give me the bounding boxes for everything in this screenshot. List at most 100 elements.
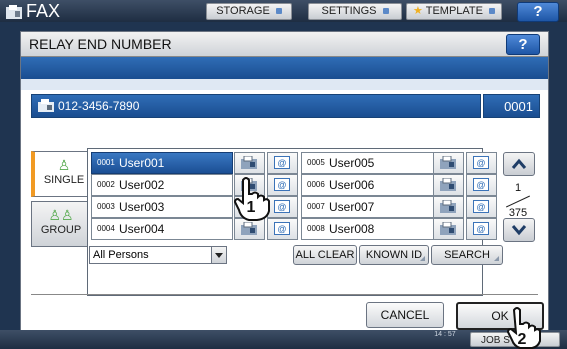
- tab-indicator-icon: [382, 8, 389, 15]
- destination-count-field: 0001: [483, 94, 540, 118]
- email-button-0006[interactable]: @: [466, 174, 497, 196]
- search-button[interactable]: SEARCH: [431, 245, 503, 265]
- known-id-label: KNOWN ID: [365, 249, 423, 261]
- fax-icon: [440, 222, 456, 235]
- address-row-0005[interactable]: 0005 User005: [301, 152, 443, 174]
- entry-name: User005: [329, 156, 375, 170]
- address-filter-select[interactable]: All Persons: [89, 246, 227, 264]
- entry-number: 0001: [97, 158, 115, 167]
- filter-value: All Persons: [93, 249, 149, 261]
- address-row-0004[interactable]: 0004 User004: [91, 218, 233, 240]
- svg-text:@: @: [277, 202, 286, 212]
- fax-button-0005[interactable]: [433, 152, 464, 174]
- search-label: SEARCH: [444, 249, 490, 261]
- step-2-label: 2: [518, 331, 527, 348]
- entry-name: User006: [329, 178, 375, 192]
- current-page: 1: [514, 182, 522, 194]
- destination-count: 0001: [504, 99, 533, 114]
- email-icon: @: [274, 178, 290, 191]
- fax-number-text: 012-3456-7890: [58, 99, 140, 113]
- help-button-top[interactable]: ?: [517, 2, 559, 22]
- tab-indicator-icon: [275, 8, 282, 15]
- step-1-hand-pointer-icon: 1: [233, 177, 270, 221]
- page-divider: [506, 195, 530, 208]
- group-icon: ♙♙: [48, 207, 74, 223]
- more-indicator-icon: [494, 256, 499, 261]
- fax-icon: [440, 200, 456, 213]
- address-row-0007[interactable]: 0007 User007: [301, 196, 443, 218]
- step-1-label: 1: [247, 199, 256, 216]
- divider: [31, 294, 538, 295]
- email-icon: @: [274, 156, 290, 169]
- header-band: [21, 57, 548, 79]
- address-book-panel: ♙ SINGLE ♙♙ GROUP 0001 User001 0002 User…: [31, 148, 539, 308]
- fax-icon: [241, 222, 257, 235]
- entry-number: 0004: [97, 224, 115, 233]
- svg-text:@: @: [476, 224, 485, 234]
- svg-text:@: @: [476, 202, 485, 212]
- svg-text:@: @: [277, 224, 286, 234]
- person-icon: ♙: [57, 157, 71, 173]
- tab-indicator-icon: [489, 8, 495, 15]
- known-id-button[interactable]: KNOWN ID: [359, 245, 429, 265]
- chevron-down-icon: [511, 225, 527, 236]
- chevron-up-icon: [511, 158, 527, 169]
- email-icon: @: [473, 222, 489, 235]
- email-icon: @: [473, 178, 489, 191]
- star-icon: ★: [413, 5, 423, 17]
- entry-number: 0003: [97, 202, 115, 211]
- template-tab-label: TEMPLATE: [425, 5, 483, 17]
- entry-number: 0006: [307, 180, 325, 189]
- entry-name: User007: [329, 200, 375, 214]
- fax-button-0008[interactable]: [433, 218, 464, 240]
- svg-text:@: @: [476, 180, 485, 190]
- scroll-down-button[interactable]: [503, 218, 535, 242]
- all-clear-button[interactable]: ALL CLEAR: [293, 245, 357, 265]
- scroll-up-button[interactable]: [503, 152, 535, 176]
- entry-name: User008: [329, 222, 375, 236]
- email-icon: @: [274, 222, 290, 235]
- settings-tab-label: SETTINGS: [321, 5, 377, 17]
- address-row-0003[interactable]: 0003 User003: [91, 196, 233, 218]
- tab-group-label: GROUP: [40, 224, 82, 236]
- address-row-0008[interactable]: 0008 User008: [301, 218, 443, 240]
- fax-icon: [440, 156, 456, 169]
- email-button-0007[interactable]: @: [466, 196, 497, 218]
- email-icon: @: [274, 200, 290, 213]
- fax-number-field[interactable]: 012-3456-7890: [31, 94, 481, 118]
- email-button-0005[interactable]: @: [466, 152, 497, 174]
- fax-button-0007[interactable]: [433, 196, 464, 218]
- dialog-title: RELAY END NUMBER: [29, 36, 172, 52]
- storage-tab-label: STORAGE: [216, 5, 270, 17]
- entry-number: 0007: [307, 202, 325, 211]
- fax-icon: [6, 4, 22, 19]
- entry-number: 0008: [307, 224, 325, 233]
- fax-button-0006[interactable]: [433, 174, 464, 196]
- address-row-0006[interactable]: 0006 User006: [301, 174, 443, 196]
- email-button-0001[interactable]: @: [267, 152, 298, 174]
- cancel-button[interactable]: CANCEL: [366, 302, 444, 328]
- fax-icon: [440, 178, 456, 191]
- app-title: FAX: [26, 1, 61, 21]
- address-row-0001[interactable]: 0001 User001: [91, 152, 233, 174]
- page-indicator: 1 375: [501, 182, 535, 220]
- tab-group[interactable]: ♙♙ GROUP: [31, 201, 91, 247]
- all-clear-label: ALL CLEAR: [295, 249, 355, 261]
- entry-number: 0002: [97, 180, 115, 189]
- fax-button-0001[interactable]: [234, 152, 265, 174]
- entry-number: 0005: [307, 158, 325, 167]
- header-divider: [21, 79, 548, 90]
- svg-text:@: @: [277, 158, 286, 168]
- email-icon: @: [473, 200, 489, 213]
- address-row-0002[interactable]: 0002 User002: [91, 174, 233, 196]
- help-button[interactable]: ?: [506, 34, 540, 55]
- clock: 14 : 57: [434, 331, 456, 338]
- fax-icon: [241, 156, 257, 169]
- settings-tab[interactable]: SETTINGS: [308, 3, 402, 20]
- storage-tab[interactable]: STORAGE: [206, 3, 292, 20]
- dialog-title-bar: RELAY END NUMBER ?: [21, 32, 548, 57]
- template-tab[interactable]: ★ TEMPLATE: [406, 3, 502, 20]
- email-button-0008[interactable]: @: [466, 218, 497, 240]
- svg-text:@: @: [476, 158, 485, 168]
- tab-single[interactable]: ♙ SINGLE: [31, 151, 93, 197]
